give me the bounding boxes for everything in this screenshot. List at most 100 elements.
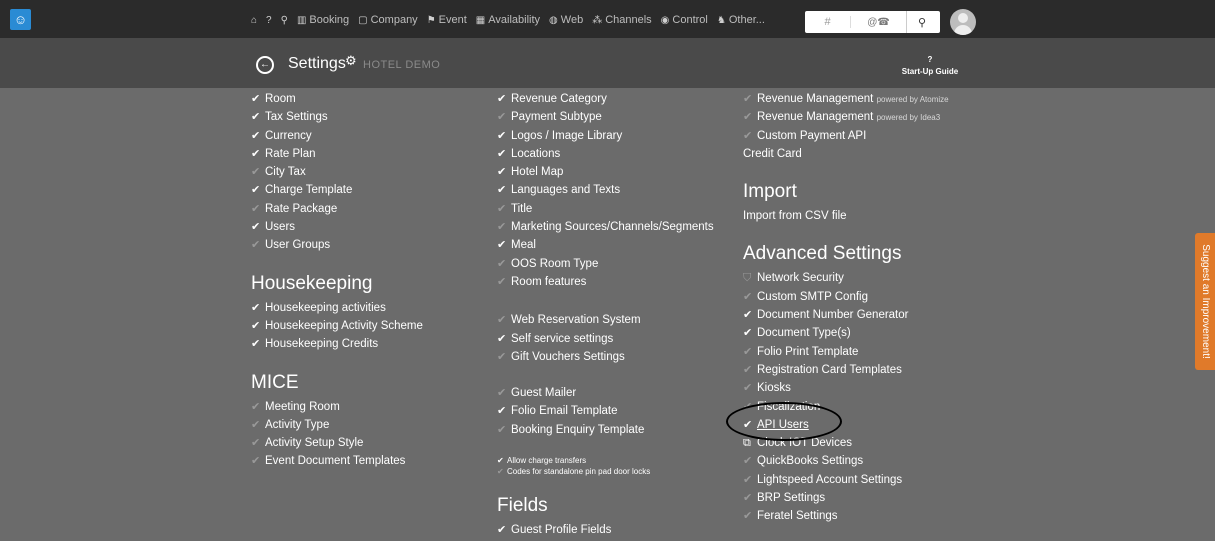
- nav-home[interactable]: ⌂: [251, 15, 257, 26]
- startup-guide-link[interactable]: ? Start-Up Guide: [895, 54, 965, 78]
- nav-help[interactable]: ?: [266, 15, 272, 26]
- settings-link-feratel[interactable]: ✔ Feratel Settings: [743, 507, 949, 525]
- check-icon: ✔: [251, 202, 261, 215]
- search-input[interactable]: #: [805, 16, 851, 28]
- check-icon: ✔: [743, 327, 753, 340]
- check-icon: ✔: [497, 314, 507, 327]
- nav-web[interactable]: ◍ Web: [549, 14, 583, 26]
- settings-link-room[interactable]: ✔ Room: [251, 90, 423, 108]
- settings-link-charge-transfers[interactable]: ✔ Allow charge transfers: [497, 455, 714, 466]
- search-type-selector[interactable]: @☎: [851, 17, 906, 28]
- home-icon: ⌂: [251, 14, 258, 26]
- settings-link-users[interactable]: ✔ Users: [251, 218, 423, 236]
- settings-link-folio-print[interactable]: ✔ Folio Print Template: [743, 343, 949, 361]
- settings-link-kiosks[interactable]: ✔ Kiosks: [743, 379, 949, 397]
- settings-link-room-features[interactable]: ✔ Room features: [497, 273, 714, 291]
- user-avatar[interactable]: [950, 9, 976, 35]
- settings-link-hk-credits[interactable]: ✔ Housekeeping Credits: [251, 335, 423, 353]
- check-icon: ✔: [497, 202, 507, 215]
- settings-link-doc-number[interactable]: ✔ Document Number Generator: [743, 306, 949, 324]
- nav-availability[interactable]: ▦ Availability: [476, 14, 540, 26]
- settings-link-meeting-room[interactable]: ✔ Meeting Room: [251, 398, 423, 416]
- nav-search[interactable]: ⚲: [281, 15, 288, 26]
- check-icon: ✔: [497, 405, 507, 418]
- nav-control[interactable]: ◉ Control: [661, 14, 708, 26]
- settings-header: [0, 38, 1215, 88]
- settings-link-user-groups[interactable]: ✔ User Groups: [251, 236, 423, 254]
- nav-event[interactable]: ⚑ Event: [427, 14, 467, 26]
- check-icon: ✔: [251, 338, 261, 351]
- nav-other[interactable]: ♞ Other...: [717, 14, 765, 26]
- settings-link-import-csv[interactable]: Import from CSV file: [743, 207, 949, 225]
- settings-link-title[interactable]: ✔ Title: [497, 200, 714, 218]
- fields-heading: Fields: [497, 495, 548, 517]
- settings-link-currency[interactable]: ✔ Currency: [251, 127, 423, 145]
- settings-link-locations[interactable]: ✔ Locations: [497, 145, 714, 163]
- check-icon: ✔: [743, 290, 753, 303]
- settings-column-1: ✔ Room ✔ Tax Settings ✔ Currency ✔ Rate Plan…: [251, 90, 423, 471]
- settings-link-revenue-idea3[interactable]: ✔ Revenue Management powered by Idea3: [743, 108, 949, 126]
- settings-link-logos[interactable]: ✔ Logos / Image Library: [497, 127, 714, 145]
- settings-link-city-tax[interactable]: ✔ City Tax: [251, 163, 423, 181]
- search-icon: ⚲: [280, 14, 288, 26]
- settings-link-quickbooks[interactable]: ✔ QuickBooks Settings: [743, 452, 949, 470]
- settings-link-payment-subtype[interactable]: ✔ Payment Subtype: [497, 108, 714, 126]
- nav-booking[interactable]: ▥ Booking: [297, 14, 349, 26]
- settings-link-charge-template[interactable]: ✔ Charge Template: [251, 181, 423, 199]
- housekeeping-heading: Housekeeping: [251, 272, 373, 294]
- settings-link-event-docs[interactable]: ✔ Event Document Templates: [251, 452, 423, 470]
- settings-column-2: ✔ Revenue Category ✔ Payment Subtype ✔ Logo…: [497, 90, 714, 539]
- settings-link-guest-profile-fields[interactable]: ✔ Guest Profile Fields: [497, 521, 714, 539]
- settings-link-custom-payment[interactable]: ✔ Custom Payment API: [743, 127, 949, 145]
- company-icon: ▢: [358, 14, 368, 26]
- settings-link-revenue-category[interactable]: ✔ Revenue Category: [497, 90, 714, 108]
- check-icon: ✔: [497, 350, 507, 363]
- check-icon: ✔: [497, 456, 504, 466]
- settings-link-meal[interactable]: ✔ Meal: [497, 236, 714, 254]
- settings-link-guest-mailer[interactable]: ✔ Guest Mailer: [497, 384, 714, 402]
- check-icon: ✔: [743, 345, 753, 358]
- settings-link-tax[interactable]: ✔ Tax Settings: [251, 108, 423, 126]
- settings-link-activity-type[interactable]: ✔ Activity Type: [251, 416, 423, 434]
- search-button[interactable]: ⚲: [906, 11, 937, 33]
- settings-link-door-locks[interactable]: ✔ Codes for standalone pin pad door locks: [497, 466, 714, 477]
- settings-link-credit-card[interactable]: Credit Card: [743, 145, 949, 163]
- back-circle-icon[interactable]: ←: [256, 56, 274, 74]
- settings-link-lightspeed[interactable]: ✔ Lightspeed Account Settings: [743, 471, 949, 489]
- settings-link-web-reservation[interactable]: ✔ Web Reservation System: [497, 311, 714, 329]
- settings-link-languages[interactable]: ✔ Languages and Texts: [497, 181, 714, 199]
- check-icon: ✔: [497, 221, 507, 234]
- sitemap-icon: ⁂: [592, 14, 603, 26]
- settings-link-self-service[interactable]: ✔ Self service settings: [497, 330, 714, 348]
- settings-link-brp[interactable]: ✔ BRP Settings: [743, 489, 949, 507]
- settings-link-doc-types[interactable]: ✔ Document Type(s): [743, 324, 949, 342]
- settings-link-smtp[interactable]: ✔ Custom SMTP Config: [743, 288, 949, 306]
- settings-link-folio-email[interactable]: ✔ Folio Email Template: [497, 402, 714, 420]
- check-icon: ✔: [251, 418, 261, 431]
- suggest-improvement-tab[interactable]: Suggest an Improvement!: [1195, 233, 1215, 370]
- check-icon: ✔: [743, 129, 753, 142]
- settings-link-hotel-map[interactable]: ✔ Hotel Map: [497, 163, 714, 181]
- settings-link-marketing[interactable]: ✔ Marketing Sources/Channels/Segments: [497, 218, 714, 236]
- settings-link-revenue-atomize[interactable]: ✔ Revenue Management powered by Atomize: [743, 90, 949, 108]
- settings-link-gift-vouchers[interactable]: ✔ Gift Vouchers Settings: [497, 348, 714, 366]
- eye-icon: ◉: [660, 14, 670, 26]
- shield-icon: ⛉: [743, 272, 752, 285]
- settings-link-oos-room-type[interactable]: ✔ OOS Room Type: [497, 255, 714, 273]
- app-logo-icon[interactable]: ☺: [10, 9, 31, 30]
- nav-company[interactable]: ▢ Company: [358, 14, 418, 26]
- check-icon: ✔: [743, 111, 753, 124]
- settings-link-activity-setup[interactable]: ✔ Activity Setup Style: [251, 434, 423, 452]
- check-icon: ✔: [743, 309, 753, 322]
- settings-link-booking-enquiry[interactable]: ✔ Booking Enquiry Template: [497, 421, 714, 439]
- settings-link-network-security[interactable]: ⛉ Network Security: [743, 269, 949, 287]
- guide-question-icon: ?: [927, 55, 933, 64]
- check-icon: ✔: [251, 400, 261, 413]
- check-icon: ✔: [497, 239, 507, 252]
- settings-link-hk-scheme[interactable]: ✔ Housekeeping Activity Scheme: [251, 317, 423, 335]
- nav-channels[interactable]: ⁂ Channels: [592, 14, 651, 26]
- settings-link-hk-activities[interactable]: ✔ Housekeeping activities: [251, 299, 423, 317]
- settings-link-rate-package[interactable]: ✔ Rate Package: [251, 200, 423, 218]
- settings-link-rate-plan[interactable]: ✔ Rate Plan: [251, 145, 423, 163]
- settings-link-reg-card[interactable]: ✔ Registration Card Templates: [743, 361, 949, 379]
